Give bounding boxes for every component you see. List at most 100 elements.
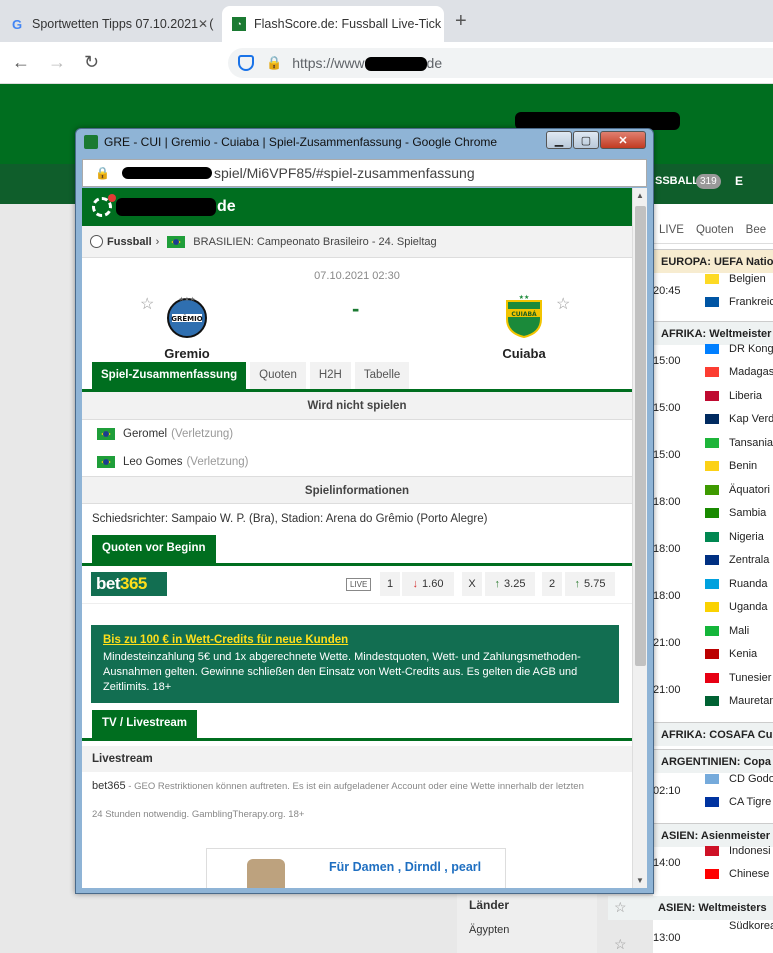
flashscore-header: de <box>82 188 632 226</box>
home-team-row[interactable]: Belgien <box>705 273 766 285</box>
back-icon[interactable]: ← <box>12 52 30 73</box>
close-button[interactable]: ✕ <box>600 131 646 149</box>
home-team-row[interactable]: Ruanda <box>705 578 768 590</box>
scrollbar[interactable]: ▲ ▼ <box>632 188 647 888</box>
tab-table[interactable]: Tabelle <box>354 362 410 389</box>
odds-draw-value: 3.25 <box>504 578 526 590</box>
svg-text:★★★: ★★★ <box>179 296 195 303</box>
logo-dot <box>108 194 116 202</box>
league-header[interactable]: ARGENTINIEN: Copa <box>653 749 773 773</box>
player-name[interactable]: Geromel <box>123 428 167 440</box>
away-team-row[interactable]: Kap Verd <box>705 413 773 425</box>
tv-title: TV / Livestream <box>92 710 198 738</box>
odds-home[interactable]: ↓ 1.60 <box>402 572 454 596</box>
away-team-row[interactable]: Chinese <box>705 868 769 880</box>
address-bar[interactable]: 🔒 https://www de <box>228 48 773 78</box>
star-icon[interactable]: ☆ <box>614 936 627 953</box>
odds-away[interactable]: ↑ 5.75 <box>565 572 615 596</box>
league-header[interactable]: AFRIKA: COSAFA Cup <box>653 722 773 746</box>
player-name[interactable]: Leo Gomes <box>123 456 182 468</box>
maximize-button[interactable]: ▢ <box>573 131 599 149</box>
home-team-row[interactable]: Indonesi <box>705 845 771 857</box>
home-team-row[interactable]: Tunesier <box>705 672 771 684</box>
breadcrumb-league[interactable]: BRASILIEN: Campeonato Brasileiro - 24. S… <box>193 236 436 248</box>
home-team-row[interactable]: DR Kong <box>705 343 773 355</box>
tab-odds[interactable]: Quoten <box>250 362 306 389</box>
popup-window: GRE - CUI | Gremio - Cuiaba | Spiel-Zusa… <box>75 128 654 894</box>
redaction <box>121 167 212 179</box>
away-team-row[interactable]: Madagas <box>705 366 773 378</box>
home-team-row[interactable]: CD Godo <box>705 773 773 785</box>
star-icon[interactable]: ☆ <box>556 294 570 314</box>
scroll-up-icon[interactable]: ▲ <box>636 191 644 200</box>
home-team-row[interactable]: Nigeria <box>705 531 764 543</box>
away-team-row[interactable]: Sambia <box>705 507 766 519</box>
close-icon[interactable]: ✕ <box>198 17 208 31</box>
breadcrumb-sport[interactable]: Fussball <box>107 236 152 248</box>
home-team-row[interactable]: Tansania <box>705 437 773 449</box>
team-name: Madagas <box>729 366 773 378</box>
tab-summary[interactable]: Spiel-Zusammenfassung <box>92 362 247 389</box>
odds-title: Quoten vor Beginn <box>92 535 216 563</box>
team-name: Benin <box>729 460 758 472</box>
league-header[interactable]: ASIEN: Weltmeisters <box>608 896 773 920</box>
ad-text[interactable]: Für Damen , Dirndl , pearl <box>329 860 481 874</box>
home-team-row[interactable]: Südkorea <box>705 920 773 932</box>
tab-h2h[interactable]: H2H <box>309 362 351 389</box>
tab-sportwetten[interactable]: G Sportwetten Tipps 07.10.2021 - ( ✕ <box>0 6 218 42</box>
team-name: Südkorea <box>729 920 773 932</box>
tab-bee[interactable]: Bee <box>740 224 772 236</box>
nav-other[interactable]: E <box>735 174 743 188</box>
flashscore-icon: ◔ <box>232 17 246 31</box>
odds-draw[interactable]: ↑ 3.25 <box>485 572 535 596</box>
home-team-name: Gremio <box>164 346 210 361</box>
home-team-row[interactable]: Mali <box>705 625 749 637</box>
scroll-thumb[interactable] <box>635 206 646 666</box>
score: - <box>352 296 360 321</box>
away-team-row[interactable]: CA Tigre <box>705 796 771 808</box>
league-header[interactable]: AFRIKA: Weltmeister <box>653 321 773 345</box>
livestream-provider[interactable]: bet365 <box>92 780 126 792</box>
home-team-row[interactable]: Äquatori <box>705 484 770 496</box>
odds-section-header: Quoten vor Beginn <box>82 534 632 566</box>
flag-icon <box>705 461 719 471</box>
gremio-crest-icon: GRÊMIO ★★★ <box>167 296 207 338</box>
injury-row: Leo Gomes (Verletzung) <box>82 448 632 476</box>
away-team-row[interactable]: Zentrala <box>705 554 769 566</box>
away-team-row[interactable]: Mauretan <box>705 695 773 707</box>
new-tab-icon[interactable]: + <box>455 10 467 33</box>
forward-icon[interactable]: → <box>48 52 66 73</box>
bet365-promo[interactable]: Bis zu 100 € in Wett-Credits für neue Ku… <box>91 625 619 703</box>
home-team-row[interactable]: Liberia <box>705 390 762 402</box>
flag-icon <box>705 414 719 424</box>
away-team-row[interactable]: Frankreic <box>705 296 773 308</box>
away-team-row[interactable]: Uganda <box>705 601 768 613</box>
advertisement[interactable]: Für Damen , Dirndl , pearl <box>206 848 506 888</box>
bet365-logo[interactable]: bet365 <box>91 572 167 596</box>
match-time: 21:00 <box>653 637 681 649</box>
tab-quoten[interactable]: Quoten <box>690 224 740 236</box>
league-header[interactable]: EUROPA: UEFA Natio <box>653 249 773 273</box>
popup-content: de Fussball › BRASILIEN: Campeonato Bras… <box>82 188 647 888</box>
away-team-row[interactable]: Kenia <box>705 648 757 660</box>
tab-title: FlashScore.de: Fussball Live-Tick <box>254 17 442 31</box>
tab-flashscore[interactable]: ◔ FlashScore.de: Fussball Live-Tick <box>222 6 444 42</box>
redaction <box>364 57 427 71</box>
promo-title[interactable]: Bis zu 100 € in Wett-Credits für neue Ku… <box>103 633 607 648</box>
nav-football[interactable]: SSBALL <box>655 175 699 187</box>
match-time: 21:00 <box>653 684 681 696</box>
match-header: 07.10.2021 02:30 ☆ GRÊMIO ★★★ Gremio - C… <box>82 258 632 362</box>
away-team-row[interactable]: Benin <box>705 460 757 472</box>
reload-icon[interactable]: ↻ <box>84 52 99 73</box>
minimize-button[interactable]: ▁ <box>546 131 572 149</box>
league-header[interactable]: ASIEN: Asienmeister <box>653 823 773 847</box>
star-icon[interactable]: ☆ <box>614 899 627 916</box>
home-team[interactable]: GRÊMIO ★★★ Gremio <box>127 293 247 361</box>
popup-url-bar[interactable]: 🔒 spiel/Mi6VPF85/#spiel-zusammenfassung <box>82 159 647 187</box>
scroll-down-icon[interactable]: ▼ <box>636 876 644 885</box>
country-link[interactable]: Ägypten <box>469 924 509 936</box>
flag-icon <box>705 846 719 856</box>
team-name: Chinese <box>729 868 770 880</box>
brazil-flag-icon <box>97 456 115 468</box>
tab-live[interactable]: LIVE <box>653 224 690 236</box>
